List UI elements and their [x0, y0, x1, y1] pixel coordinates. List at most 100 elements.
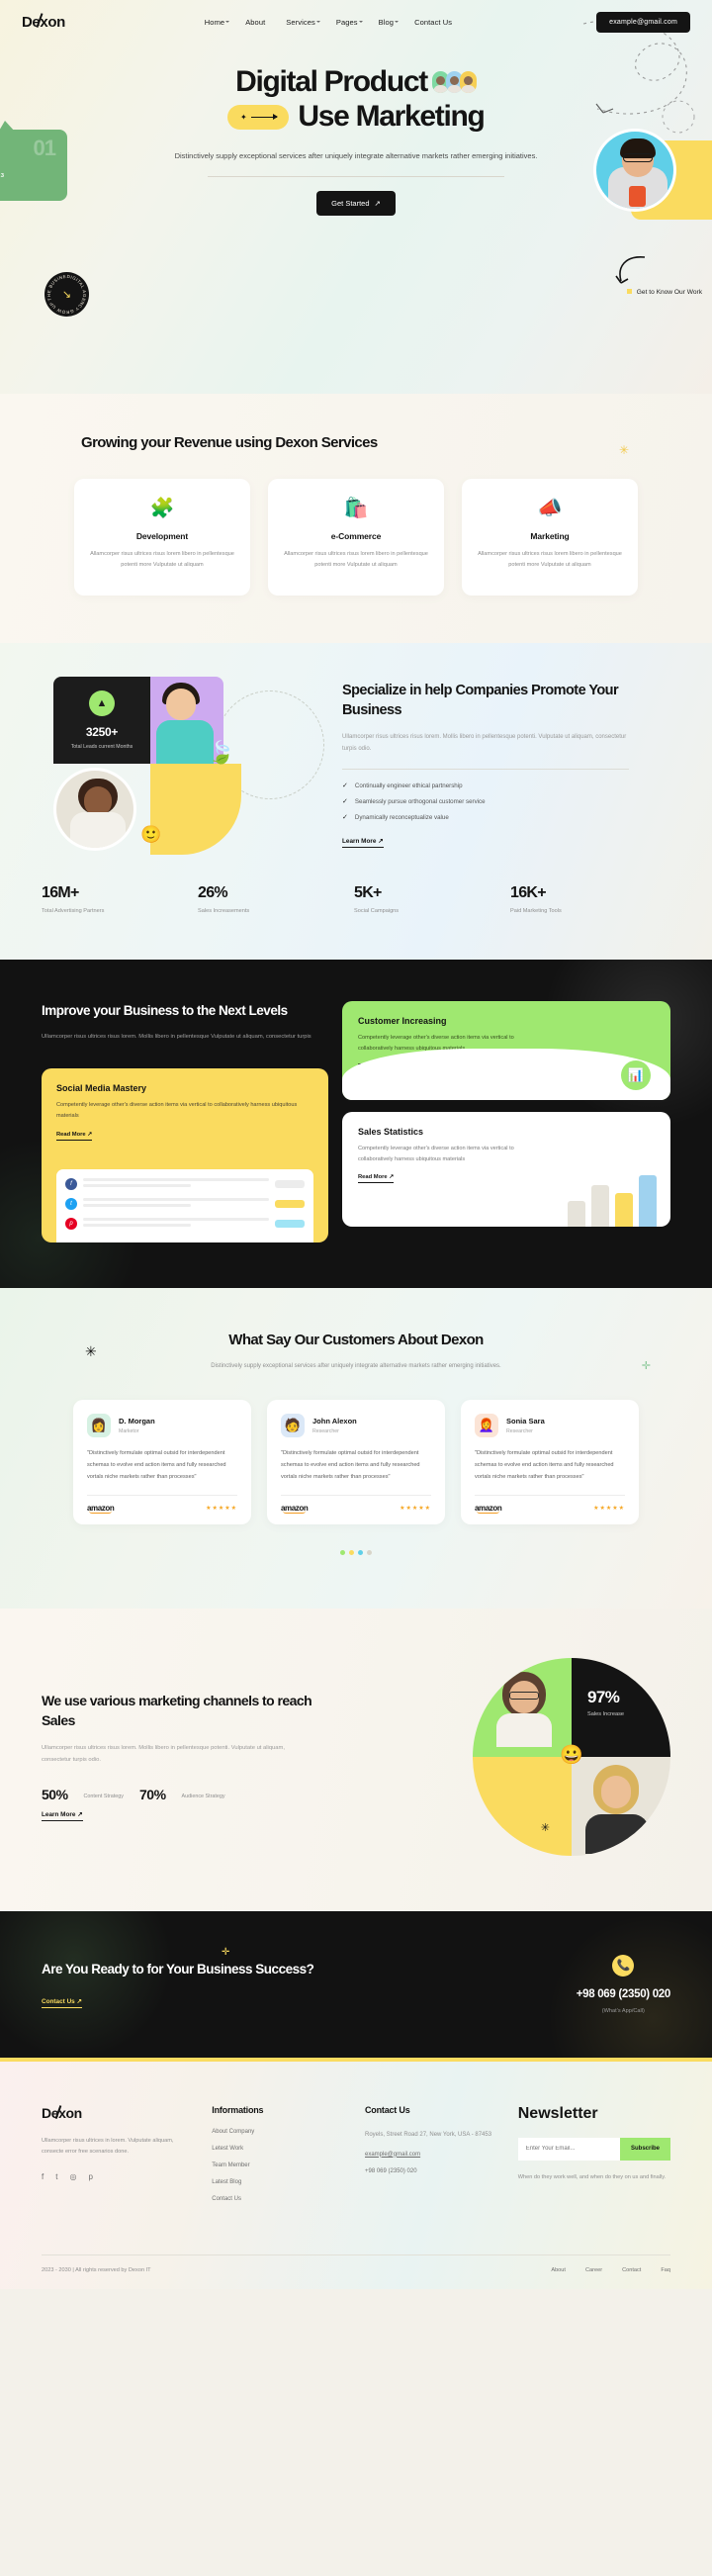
newsletter-note: When do they work well, and when do they…: [517, 2173, 667, 2180]
amazon-logo: amazon: [475, 1503, 502, 1514]
check-icon: ✓: [342, 782, 348, 790]
facebook-icon: f: [65, 1178, 77, 1191]
service-title: e-Commerce: [330, 531, 382, 542]
footer-bottom-link[interactable]: Career: [585, 2267, 602, 2273]
footer-phone[interactable]: +98 069 (2350) 020: [365, 2168, 500, 2174]
stat-item: 16M+ Total Advertising Partners: [42, 884, 188, 914]
check-item: ✓ Seamlessly pursue orthogonal customer s…: [342, 797, 670, 806]
read-more-link[interactable]: Read More ↗: [358, 1174, 395, 1184]
footer-address: Royels, Street Road 27, New York, USA - …: [365, 2131, 492, 2138]
service-card[interactable]: 📣 Marketing Allamcorper risus ultrices r…: [462, 479, 638, 596]
service-card[interactable]: 🧩 Development Allamcorper risus ultrices…: [74, 479, 250, 596]
carousel-dot[interactable]: [349, 1549, 354, 1555]
read-more-link[interactable]: Read More ↗: [56, 1132, 93, 1142]
smiley-icon: 🙂: [140, 824, 162, 844]
chevron-down-icon: [395, 20, 400, 23]
testimonials-subtitle: Distinctively supply exceptional service…: [211, 1363, 501, 1370]
footer-bottom-link[interactable]: Contact: [622, 2267, 641, 2273]
footer-link[interactable]: Letest Work: [212, 2146, 347, 2152]
facebook-icon[interactable]: f: [42, 2172, 44, 2181]
testimonial-quote: "Distinctively formulate optimal outsid …: [87, 1450, 226, 1480]
carousel-dot[interactable]: [340, 1549, 345, 1555]
arrow-right-icon: [250, 113, 278, 122]
chart-bar: [591, 1184, 609, 1227]
learn-more-label: Learn More: [42, 1810, 76, 1818]
hero-subtitle: Distinctively supply exceptional service…: [174, 151, 538, 161]
footer-link[interactable]: Latest Blog: [212, 2179, 347, 2185]
footer-bottom-link[interactable]: Faq: [661, 2267, 670, 2273]
footer-link[interactable]: About Company: [212, 2129, 347, 2135]
customer-role: Researcher: [312, 1428, 339, 1435]
nav-item-blog[interactable]: Blog: [379, 18, 400, 27]
sunburst-icon: ✳: [618, 443, 629, 457]
rating-stars: ★★★★★: [593, 1505, 625, 1512]
social-media-title: Social Media Mastery: [56, 1083, 147, 1094]
copyright-text: 2023 - 2030 | All rights reserved by Dex…: [42, 2266, 151, 2273]
dark-title: Improve your Business to the Next Levels: [42, 1002, 288, 1018]
twitter-icon[interactable]: t: [55, 2172, 57, 2181]
newsletter-email-input[interactable]: [517, 2137, 620, 2161]
pinterest-icon: p: [65, 1218, 77, 1231]
contact-us-link[interactable]: Contact Us ↗: [42, 1997, 82, 2009]
footer-brand-column: Dexon Ullamcorper risus ultrices in lore…: [42, 2105, 194, 2213]
testimonial-footer: amazon ★★★★★: [281, 1504, 431, 1514]
sales-increase-stat: 97% Sales Increase: [587, 1688, 624, 1717]
services-card-list: 🧩 Development Allamcorper risus ultrices…: [0, 479, 712, 596]
channels-text-block: We use various marketing channels to rea…: [42, 1692, 338, 1821]
badge-arrow-icon: ↘: [61, 289, 72, 301]
sales-statistics-card[interactable]: Sales Statistics Competently leverage ot…: [342, 1111, 670, 1227]
specialize-wrapper: ▲ 3250+ Total Leads current Months 🍃 🙂 S…: [0, 676, 712, 855]
nav-item-pages[interactable]: Pages: [336, 18, 363, 27]
social-media-card[interactable]: Social Media Mastery Competently leverag…: [42, 1068, 328, 1243]
footer-bottom-link[interactable]: About: [551, 2267, 566, 2273]
specialize-section: ✛ ✳ ▲ 3250+ Total Leads current Months: [0, 642, 712, 960]
sales-increase-value: 97%: [587, 1687, 620, 1706]
hero-title-text-2: Use Marketing: [298, 100, 485, 134]
carousel-dot[interactable]: [358, 1549, 363, 1555]
footer-about-text: Ullamcorper risus ultrices in lorem. Vul…: [42, 2137, 174, 2156]
customer-increasing-card[interactable]: Customer Increasing Competently leverage…: [342, 1000, 670, 1100]
footer-link[interactable]: Contact Us: [212, 2196, 347, 2202]
nav-label: Services: [286, 17, 315, 27]
pinterest-icon[interactable]: p: [88, 2172, 92, 2181]
stat-label: Sales Increasements: [198, 907, 250, 914]
testimonial-footer: amazon ★★★★★: [475, 1503, 625, 1514]
footer-logo[interactable]: Dexon: [42, 2105, 82, 2121]
specialize-divider: [342, 769, 629, 771]
nav-item-services[interactable]: Services: [286, 18, 320, 27]
nav-item-about[interactable]: About: [245, 18, 270, 27]
footer-email[interactable]: example@gmail.com: [365, 2152, 500, 2158]
footer-column-title: Informations: [212, 2104, 264, 2115]
get-started-button[interactable]: Get Started ↗: [316, 191, 396, 217]
yellow-shape-decoration: [150, 763, 241, 855]
logo[interactable]: Dexon: [22, 12, 65, 31]
collage-person-photo: [53, 767, 136, 851]
learn-more-link[interactable]: Learn More ↗: [342, 837, 384, 849]
glasses-icon: [509, 1691, 539, 1700]
nav-label: Contact Us: [414, 17, 453, 27]
subscribe-button[interactable]: Subscribe: [619, 2137, 670, 2161]
testimonial-header: 🧑 John Alexon Researcher: [281, 1414, 431, 1438]
newsletter-form: Subscribe: [517, 2137, 670, 2161]
nav-item-contact[interactable]: Contact Us: [414, 18, 457, 27]
footer-link[interactable]: Team Member: [212, 2162, 347, 2168]
instagram-icon[interactable]: ◎: [69, 2172, 76, 2181]
landing-page: Dexon Home About Services Pages Blog Con…: [0, 0, 712, 2289]
email-cta-button[interactable]: example@gmail.com: [596, 11, 690, 33]
chart-bar: [568, 1200, 585, 1227]
phone-number[interactable]: +98 069 (2350) 020: [577, 1988, 671, 2000]
carousel-dot[interactable]: [367, 1549, 372, 1555]
photo-body: [585, 1813, 649, 1854]
get-to-know-label[interactable]: Get to Know Our Work: [626, 287, 702, 298]
carousel-dots[interactable]: [0, 1549, 712, 1555]
learn-more-link[interactable]: Learn More ↗: [42, 1810, 83, 1821]
chevron-down-icon: [315, 20, 320, 23]
service-card[interactable]: 🛍️ e-Commerce Allamcorper risus ultrices…: [268, 479, 444, 596]
read-more-label: Read More: [56, 1132, 86, 1139]
check-item: ✓ Dynamically reconceptualize value: [342, 813, 670, 822]
services-section: ✳ Growing your Revenue using Dexon Servi…: [0, 394, 712, 643]
quadrant-dark: 97% Sales Increase: [572, 1657, 670, 1757]
nav-item-home[interactable]: Home: [205, 18, 230, 27]
channels-graphic: 97% Sales Increase Dexon ✳ 😀: [473, 1657, 670, 1856]
customer-name: John Alexon: [312, 1417, 357, 1426]
